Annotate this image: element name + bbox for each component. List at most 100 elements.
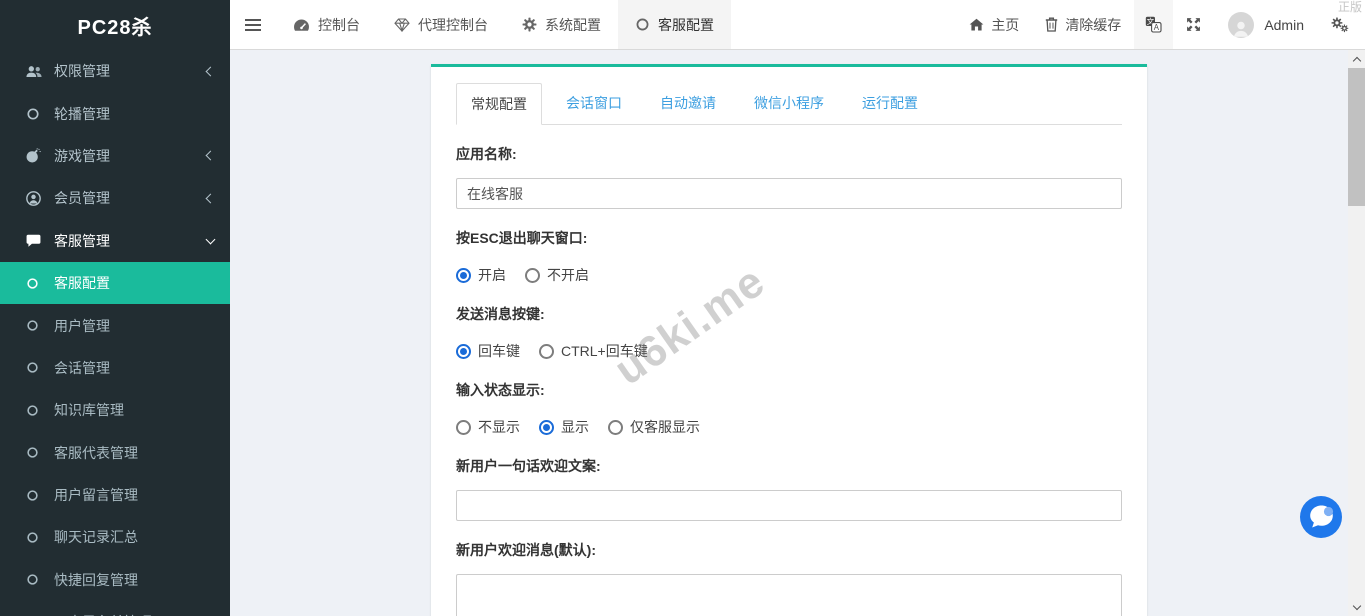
new-user-oneline-label: 新用户一句话欢迎文案: [456, 458, 601, 474]
app-name-label: 应用名称: [456, 146, 517, 162]
chat-bubble-icon [1300, 496, 1342, 538]
sidebar-toggle-button[interactable] [230, 0, 276, 49]
circle-icon [26, 531, 54, 544]
esc-exit-label: 按ESC退出聊天窗口: [456, 230, 588, 246]
comment-icon [26, 233, 54, 248]
sidebar-item-label: 客服配置 [54, 275, 110, 292]
radio-unchecked-icon [525, 267, 540, 283]
sidebar-item-label: 用户黑名单管理 [54, 612, 214, 616]
config-card: 常规配置 会话窗口 自动邀请 微信小程序 运行配置 应用名称: 按ESC退出聊天… [431, 64, 1147, 616]
sidebar-item-label: 会员管理 [54, 190, 110, 207]
nav-language-button[interactable]: 文 A [1134, 0, 1174, 49]
radio-enter-key[interactable]: 回车键 [456, 341, 520, 361]
sidebar-item-cs-config[interactable]: 客服配置 [0, 261, 230, 305]
field-send-key: 发送消息按键: 回车键 CTRL+回车键 [456, 304, 1122, 361]
nav-item-label: 系统配置 [545, 16, 601, 33]
fullscreen-icon [1186, 17, 1201, 32]
sidebar-item-members[interactable]: 会员管理 [0, 177, 230, 219]
circle-icon [26, 107, 54, 121]
scrollbar-thumb[interactable] [1348, 68, 1365, 206]
chevron-down-icon [205, 234, 216, 245]
radio-label: 显示 [561, 419, 589, 435]
sidebar-item-cs-agents[interactable]: 客服代表管理 [0, 432, 230, 474]
app-name-input[interactable] [456, 178, 1122, 209]
nav-item-cs-config[interactable]: 客服配置 [618, 0, 731, 49]
sidebar-item-user-blacklist[interactable]: 用户黑名单管理 [0, 601, 230, 616]
app-logo: PC28杀 [77, 16, 153, 39]
chevron-left-icon [205, 193, 216, 204]
send-key-options: 回车键 CTRL+回车键 [456, 341, 1122, 361]
radio-ctrl-enter-key[interactable]: CTRL+回车键 [539, 341, 648, 361]
sidebar-item-user-mgmt[interactable]: 用户管理 [0, 304, 230, 346]
sidebar-item-quick-replies[interactable]: 快捷回复管理 [0, 559, 230, 601]
sidebar-item-label: 用户管理 [54, 317, 110, 334]
sidebar-item-label: 快捷回复管理 [54, 571, 138, 588]
circle-icon [26, 404, 54, 417]
radio-label: 回车键 [478, 343, 520, 359]
sidebar-item-label: 知识库管理 [54, 402, 124, 419]
sidebar-item-session-mgmt[interactable]: 会话管理 [0, 347, 230, 389]
sidebar-item-chat-records[interactable]: 聊天记录汇总 [0, 516, 230, 558]
sidebar-item-customer-service[interactable]: 客服管理 [0, 220, 230, 262]
sidebar-item-label: 会话管理 [54, 359, 110, 376]
home-icon [969, 18, 984, 31]
radio-typing-hide[interactable]: 不显示 [456, 417, 520, 437]
nav-item-label: 代理控制台 [418, 16, 488, 33]
radio-unchecked-icon [608, 419, 623, 435]
sidebar: PC28杀 权限管理 轮播管理 游戏管理 会员管理 客服管理 客服配置 用户管理… [0, 0, 230, 616]
sidebar-item-carousel[interactable]: 轮播管理 [0, 92, 230, 134]
radio-unchecked-icon [539, 343, 554, 359]
nav-item-dashboard[interactable]: 控制台 [276, 0, 377, 49]
license-badge: 正版 [1337, 0, 1362, 14]
page-scrollbar[interactable] [1348, 50, 1365, 616]
sidebar-item-label: 用户留言管理 [54, 487, 138, 504]
sidebar-item-label: 游戏管理 [54, 147, 110, 164]
chat-widget-button[interactable] [1299, 495, 1343, 539]
circle-icon [26, 489, 54, 502]
scrollbar-up-button[interactable] [1348, 50, 1365, 67]
sidebar-item-games[interactable]: 游戏管理 [0, 135, 230, 177]
nav-item-label: 控制台 [318, 16, 360, 33]
svg-text:A: A [1154, 23, 1160, 32]
nav-clear-cache-link[interactable]: 清除缓存 [1032, 0, 1134, 49]
nav-home-link[interactable]: 主页 [956, 0, 1032, 49]
nav-item-system-config[interactable]: 系统配置 [505, 0, 618, 49]
translate-icon: 文 A [1145, 16, 1162, 33]
scrollbar-down-button[interactable] [1348, 599, 1365, 616]
radio-esc-on[interactable]: 开启 [456, 265, 506, 285]
tab-general-config[interactable]: 常规配置 [456, 83, 542, 125]
radio-label: 不显示 [478, 419, 520, 435]
sidebar-item-user-messages[interactable]: 用户留言管理 [0, 474, 230, 516]
radio-typing-show[interactable]: 显示 [539, 417, 589, 437]
user-circle-icon [26, 191, 54, 206]
navbar-spacer [731, 0, 956, 49]
new-user-oneline-input[interactable] [456, 490, 1122, 521]
tab-wechat-miniprogram[interactable]: 微信小程序 [740, 83, 838, 124]
admin-app: PC28杀 权限管理 轮播管理 游戏管理 会员管理 客服管理 客服配置 用户管理… [0, 0, 1365, 616]
chevron-left-icon [205, 151, 216, 161]
tab-session-window[interactable]: 会话窗口 [552, 83, 636, 124]
radio-checked-icon [456, 267, 471, 283]
tab-bar: 常规配置 会话窗口 自动邀请 微信小程序 运行配置 [456, 83, 1122, 125]
radio-typing-agent-only[interactable]: 仅客服显示 [608, 417, 700, 437]
nav-home-label: 主页 [991, 16, 1020, 33]
chevron-left-icon [205, 66, 216, 77]
tab-runtime-config[interactable]: 运行配置 [848, 83, 932, 124]
radio-unchecked-icon [456, 419, 471, 435]
circle-icon [26, 446, 54, 459]
dashboard-icon [293, 18, 310, 32]
circle-icon [635, 17, 650, 32]
nav-item-agent-console[interactable]: 代理控制台 [377, 0, 505, 49]
nav-item-label: 客服配置 [658, 16, 714, 33]
radio-checked-icon [539, 419, 554, 435]
sidebar-item-knowledge-base[interactable]: 知识库管理 [0, 389, 230, 431]
general-config-form: 应用名称: 按ESC退出聊天窗口: 开启 不开启 [456, 144, 1122, 616]
sidebar-item-permissions[interactable]: 权限管理 [0, 50, 230, 92]
nav-fullscreen-button[interactable] [1173, 0, 1214, 49]
cogs-icon [1331, 16, 1350, 33]
new-user-welcome-textarea[interactable] [456, 574, 1122, 616]
radio-esc-off[interactable]: 不开启 [525, 265, 589, 285]
field-new-user-welcome: 新用户欢迎消息(默认): 自动发送给新用户的消息，客服代表的欢迎语留空时，使用此… [456, 540, 1122, 616]
nav-user-menu[interactable]: Admin [1214, 0, 1318, 49]
tab-auto-invite[interactable]: 自动邀请 [646, 83, 730, 124]
